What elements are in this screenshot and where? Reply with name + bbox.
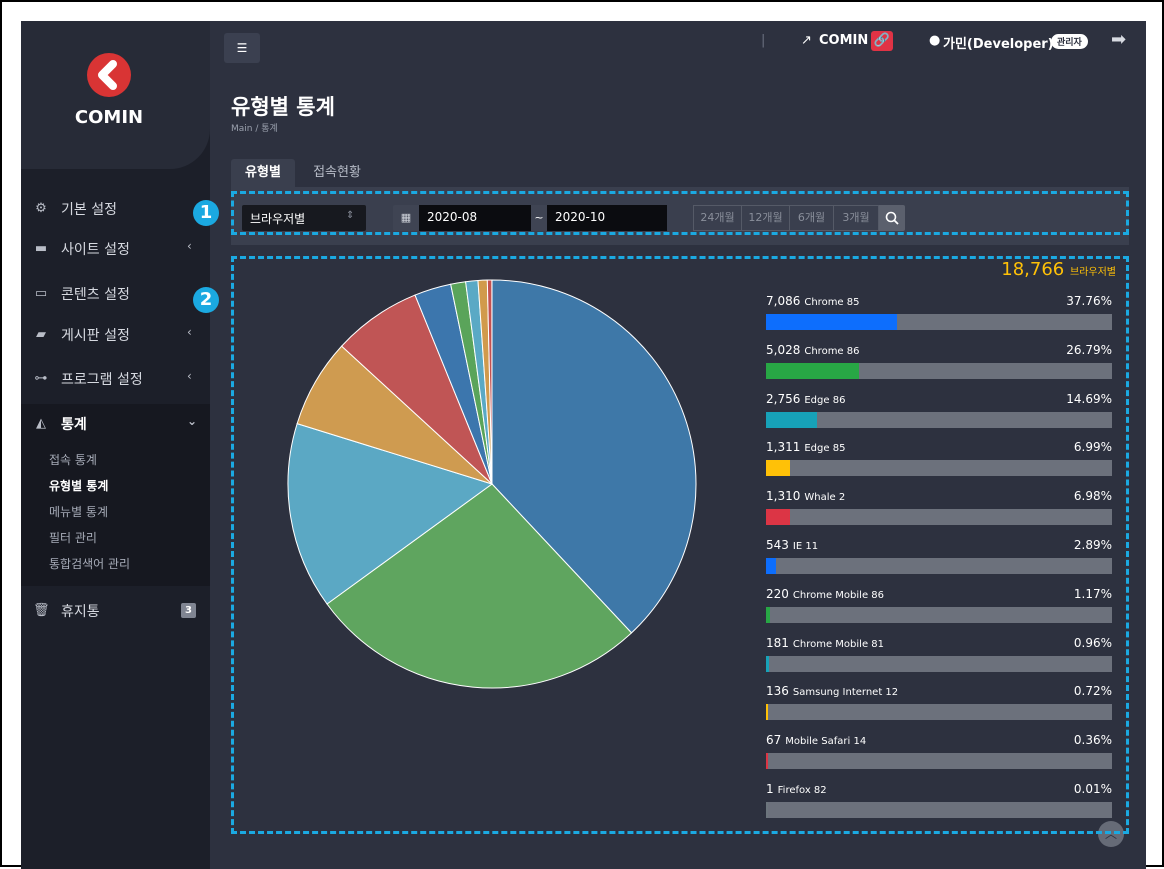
chevron-down-icon: ⌄ [187, 414, 197, 428]
trash-icon: 🗑 [33, 603, 49, 619]
tab-access-status[interactable]: 접속현황 [305, 159, 369, 187]
logo-icon [87, 53, 131, 97]
user-icon: ● [929, 33, 940, 48]
annotation-box-1 [231, 191, 1129, 235]
sidebar-item-label: 콘텐츠 설정 [61, 284, 130, 304]
sidebar-item-program-settings[interactable]: ⊶ 프로그램 설정 ‹ [21, 359, 210, 399]
link-icon[interactable]: 🔗 [871, 31, 893, 51]
external-link-icon: ↗ [801, 33, 812, 48]
app-window: COMIN ⚙ 기본 설정 ▬ 사이트 설정 ‹ ▭ 콘텐츠 설정 ▰ 게시판 … [21, 21, 1146, 869]
sidebar-item-site-settings[interactable]: ▬ 사이트 설정 ‹ [21, 229, 210, 269]
sidebar-item-label: 사이트 설정 [61, 239, 130, 259]
submenu-item-menu-stats[interactable]: 메뉴별 통계 [49, 503, 108, 520]
sidebar-item-label: 기본 설정 [61, 199, 117, 219]
annotation-marker-1: 1 [193, 200, 219, 226]
user-name[interactable]: 가민(Developer) [943, 33, 1054, 52]
content-icon: ▭ [33, 286, 49, 302]
menu-toggle-button[interactable]: ☰ [224, 33, 260, 63]
role-badge: 관리자 [1051, 34, 1088, 49]
program-icon: ⊶ [33, 371, 49, 387]
sidebar-item-label: 게시판 설정 [61, 325, 130, 345]
annotation-marker-2: 2 [193, 287, 219, 313]
sidebar: COMIN ⚙ 기본 설정 ▬ 사이트 설정 ‹ ▭ 콘텐츠 설정 ▰ 게시판 … [21, 21, 210, 869]
logo-text: COMIN [21, 107, 197, 128]
submenu-item-access-stats[interactable]: 접속 통계 [49, 451, 97, 468]
sidebar-item-statistics[interactable]: ◭ 통계 ⌄ [21, 404, 210, 444]
submenu-item-type-stats[interactable]: 유형별 통계 [49, 477, 108, 494]
sidebar-item-trash[interactable]: 🗑 휴지통 3 [21, 591, 210, 631]
chevron-left-icon: ‹ [187, 369, 192, 383]
annotation-box-2 [231, 256, 1129, 834]
breadcrumb: Main / 통계 [231, 121, 278, 134]
list-icon: ☰ [237, 41, 248, 55]
statistics-submenu: 접속 통계 유형별 통계 메뉴별 통계 필터 관리 통합검색어 관리 [21, 444, 210, 586]
sidebar-item-label: 통계 [61, 414, 87, 434]
gears-icon: ⚙ [33, 201, 49, 217]
chevron-left-icon: ‹ [187, 325, 192, 339]
site-icon: ▬ [33, 241, 49, 257]
screenshot-frame: COMIN ⚙ 기본 설정 ▬ 사이트 설정 ‹ ▭ 콘텐츠 설정 ▰ 게시판 … [0, 0, 1164, 867]
submenu-item-search-keyword-manage[interactable]: 통합검색어 관리 [49, 555, 130, 572]
sidebar-item-board-settings[interactable]: ▰ 게시판 설정 ‹ [21, 315, 210, 355]
site-link[interactable]: COMIN [819, 33, 868, 48]
board-icon: ▰ [33, 327, 49, 343]
sidebar-item-basic-settings[interactable]: ⚙ 기본 설정 [21, 189, 210, 229]
submenu-item-filter-manage[interactable]: 필터 관리 [49, 529, 97, 546]
sidebar-item-label: 휴지통 [61, 601, 100, 621]
header-divider: | [761, 33, 765, 48]
chart-icon: ◭ [33, 416, 49, 432]
sidebar-item-label: 프로그램 설정 [61, 369, 143, 389]
logo-area[interactable]: COMIN [21, 21, 210, 169]
trash-count-badge: 3 [181, 603, 196, 618]
page-title: 유형별 통계 [231, 91, 335, 121]
chevron-left-icon: ‹ [187, 239, 192, 253]
sidebar-item-content-settings[interactable]: ▭ 콘텐츠 설정 [21, 274, 210, 314]
logout-icon[interactable]: ➡ [1111, 29, 1126, 50]
tab-type[interactable]: 유형별 [231, 159, 295, 187]
